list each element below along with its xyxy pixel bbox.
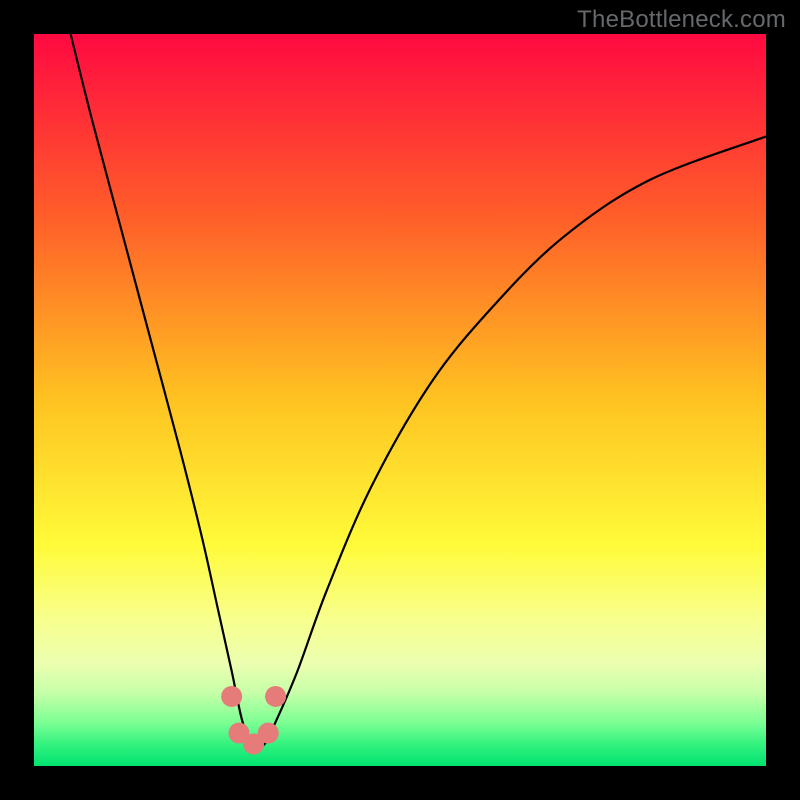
chart-frame <box>34 34 766 766</box>
bottleneck-chart <box>34 34 766 766</box>
gradient-background <box>34 34 766 766</box>
curve-marker <box>265 686 286 707</box>
watermark-text: TheBottleneck.com <box>577 6 786 34</box>
curve-marker <box>258 723 279 744</box>
curve-marker <box>221 686 242 707</box>
